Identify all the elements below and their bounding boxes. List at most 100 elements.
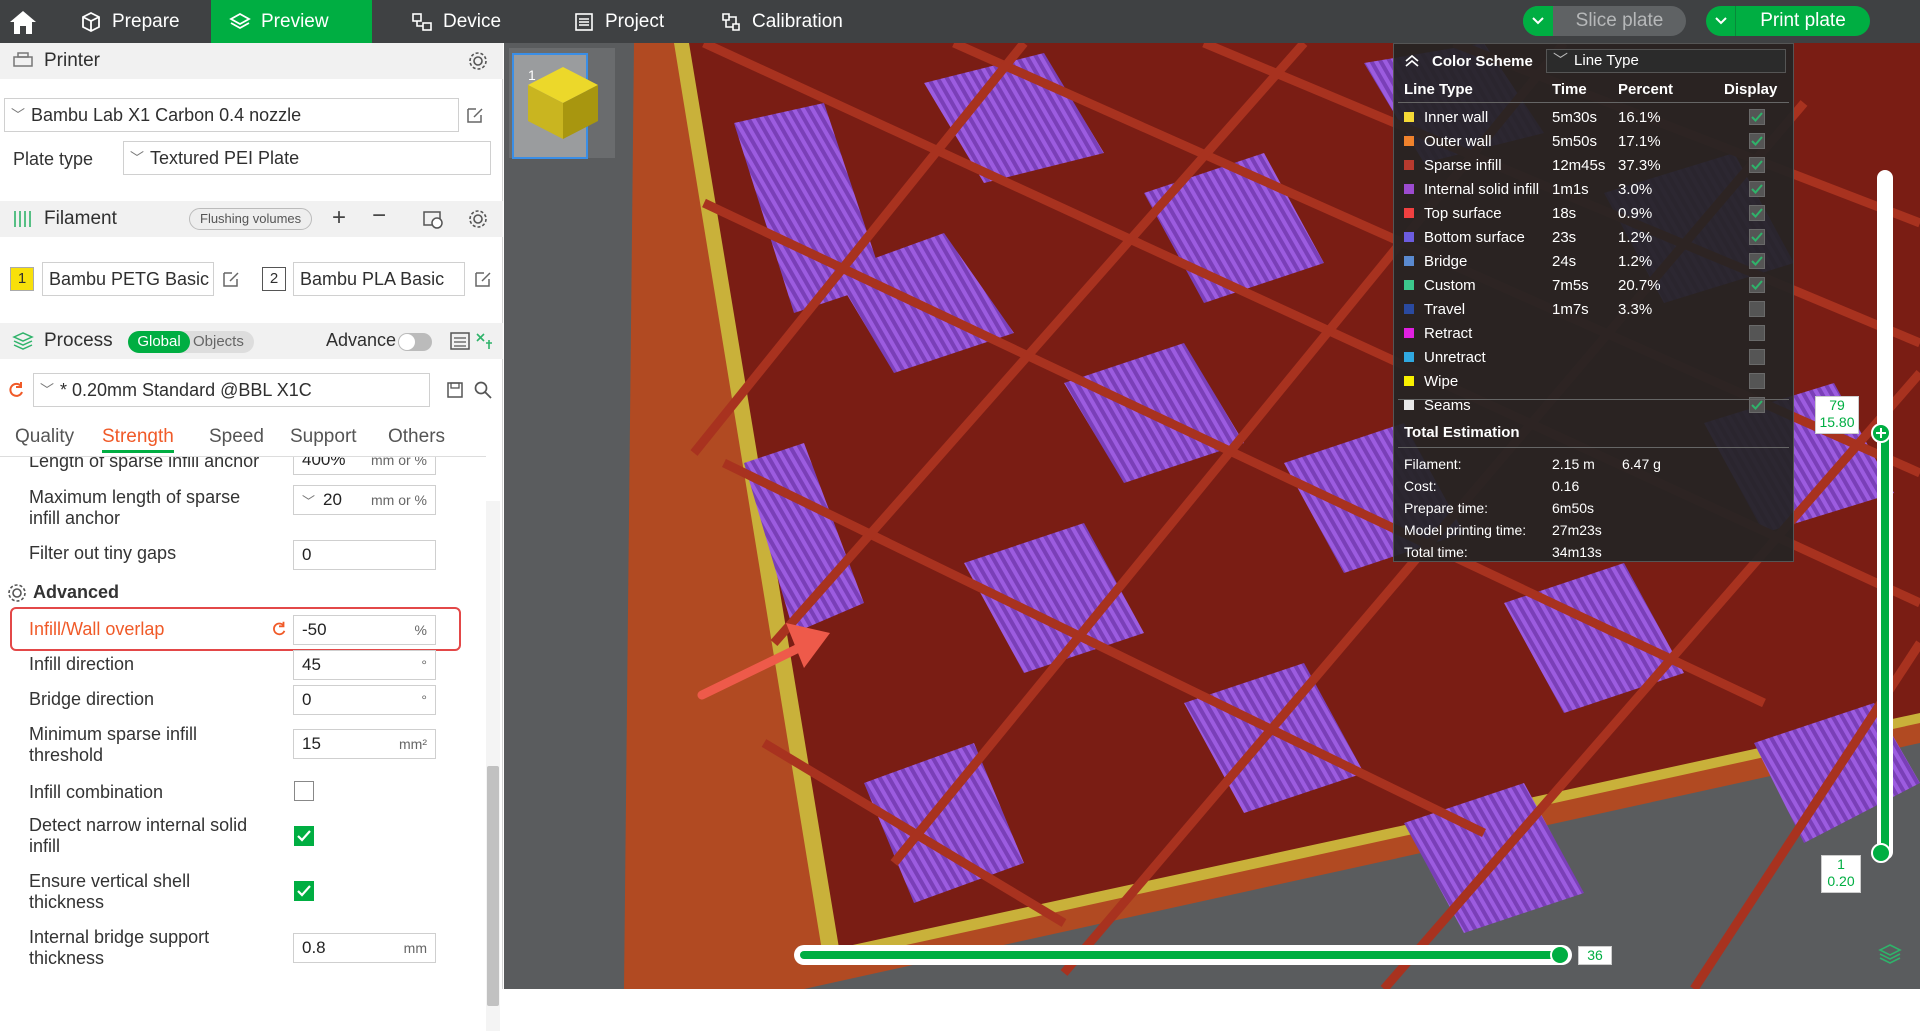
- filament-length: 2.15 m: [1552, 456, 1595, 472]
- infill-combination-checkbox[interactable]: [294, 781, 314, 801]
- model-time-value: 27m23s: [1552, 522, 1602, 538]
- objects-toggle[interactable]: Objects: [193, 331, 244, 353]
- settings-sidebar: Printer ﹀ Bambu Lab X1 Carbon 0.4 nozzle…: [0, 43, 503, 1031]
- filament-2-color-swatch[interactable]: 2: [262, 267, 286, 291]
- add-filament-button[interactable]: +: [332, 204, 346, 232]
- display-checkbox[interactable]: [1749, 133, 1765, 149]
- line-type-time: 18s: [1552, 205, 1577, 222]
- tab-device[interactable]: Device: [393, 0, 519, 43]
- compare-icon[interactable]: [474, 331, 494, 351]
- sparse-anchor-input[interactable]: 400% mm or %: [293, 457, 436, 475]
- collapse-icon[interactable]: [1404, 54, 1420, 68]
- layers-icon[interactable]: [1878, 943, 1902, 965]
- display-checkbox[interactable]: [1749, 109, 1765, 125]
- filament-1-select[interactable]: Bambu PETG Basic: [42, 262, 214, 296]
- display-checkbox[interactable]: [1749, 181, 1765, 197]
- bridge-direction-input[interactable]: 0 °: [293, 685, 436, 715]
- reset-icon[interactable]: [6, 380, 26, 400]
- tab-strength[interactable]: Strength: [102, 426, 174, 453]
- sync-filament-icon[interactable]: [422, 208, 444, 230]
- gear-icon[interactable]: [467, 208, 489, 230]
- display-checkbox[interactable]: [1749, 373, 1765, 389]
- line-type-time: 24s: [1552, 253, 1577, 270]
- bottom-layer-height: 0.20: [1827, 873, 1855, 889]
- bridge-support-input[interactable]: 0.8 mm: [293, 933, 436, 963]
- max-anchor-input[interactable]: ﹀ 20 mm or %: [293, 485, 436, 515]
- search-icon[interactable]: [473, 380, 493, 400]
- reset-icon[interactable]: [270, 620, 288, 638]
- tab-quality[interactable]: Quality: [15, 426, 74, 448]
- save-icon[interactable]: [445, 380, 465, 400]
- remove-filament-button[interactable]: −: [372, 202, 386, 230]
- plate-thumbnail[interactable]: 1: [512, 53, 598, 159]
- tab-project[interactable]: Project: [555, 0, 682, 43]
- edit-icon[interactable]: [221, 269, 241, 289]
- display-checkbox[interactable]: [1749, 229, 1765, 245]
- filament-weight: 6.47 g: [1622, 456, 1661, 472]
- infill-direction-input[interactable]: 45 °: [293, 650, 436, 680]
- degree-unit: °: [421, 657, 427, 673]
- line-type-color-swatch: [1404, 352, 1414, 362]
- flushing-volumes-button[interactable]: Flushing volumes: [189, 208, 313, 230]
- tab-prepare[interactable]: Prepare: [62, 0, 198, 43]
- list-view-icon[interactable]: [449, 331, 471, 351]
- project-icon: [575, 12, 593, 31]
- layer-top-handle[interactable]: [1871, 423, 1891, 443]
- display-checkbox[interactable]: [1749, 349, 1765, 365]
- sparse-anchor-label: Length of sparse infill anchor: [29, 457, 260, 471]
- header-line-type: Line Type: [1404, 81, 1473, 98]
- color-scheme-select[interactable]: ﹀ Line Type: [1546, 49, 1786, 73]
- chevron-down-icon[interactable]: [1523, 6, 1553, 36]
- legend-row: Seams: [1394, 394, 1793, 416]
- layer-bottom-handle[interactable]: [1871, 843, 1891, 863]
- display-checkbox[interactable]: [1749, 157, 1765, 173]
- settings-scrollbar[interactable]: [486, 501, 500, 1031]
- min-sparse-threshold-input[interactable]: 15 mm²: [293, 729, 436, 759]
- min-sparse-threshold-label: Minimum sparse infill: [29, 724, 198, 744]
- slice-plate-button[interactable]: Slice plate: [1523, 6, 1686, 36]
- infill-wall-overlap-input[interactable]: -50%: [293, 615, 436, 645]
- scrollbar-thumb[interactable]: [487, 766, 499, 1006]
- tab-preview[interactable]: Preview: [211, 0, 372, 43]
- display-checkbox[interactable]: [1749, 301, 1765, 317]
- display-checkbox[interactable]: [1749, 205, 1765, 221]
- filament-1-color-swatch[interactable]: 1: [10, 267, 34, 291]
- plate-type-select[interactable]: ﹀ Textured PEI Plate: [123, 141, 491, 175]
- display-checkbox[interactable]: [1749, 253, 1765, 269]
- tab-support[interactable]: Support: [290, 426, 357, 448]
- divider: [1398, 399, 1789, 400]
- advance-toggle[interactable]: [398, 333, 432, 351]
- gear-icon[interactable]: [467, 50, 489, 72]
- legend-header: Line Type Time Percent Display: [1394, 78, 1793, 102]
- home-icon[interactable]: [8, 8, 38, 36]
- layer-bottom-label: 1 0.20: [1821, 855, 1861, 893]
- process-preset-select[interactable]: ﹀ * 0.20mm Standard @BBL X1C: [33, 373, 430, 407]
- tiny-gaps-input[interactable]: 0: [293, 540, 436, 570]
- detect-narrow-infill-checkbox[interactable]: [294, 826, 314, 846]
- edit-icon[interactable]: [473, 269, 493, 289]
- tab-calibration[interactable]: Calibration: [702, 0, 861, 43]
- move-slider-handle[interactable]: [1550, 945, 1570, 965]
- global-toggle[interactable]: Global: [128, 331, 190, 353]
- vertical-shell-checkbox[interactable]: [294, 881, 314, 901]
- filament-2-select[interactable]: Bambu PLA Basic: [293, 262, 465, 296]
- tab-speed[interactable]: Speed: [209, 426, 264, 448]
- line-type-color-swatch: [1404, 112, 1414, 122]
- line-type-percent: 37.3%: [1618, 157, 1661, 174]
- edit-icon[interactable]: [465, 105, 485, 125]
- display-checkbox[interactable]: [1749, 325, 1765, 341]
- global-objects-toggle[interactable]: Global Objects: [128, 331, 254, 353]
- print-plate-button[interactable]: Print plate: [1706, 6, 1870, 36]
- bridge-support-value: 0.8: [302, 938, 326, 957]
- tab-others[interactable]: Others: [388, 426, 445, 448]
- process-icon: [12, 332, 34, 350]
- detect-narrow-infill-label-line2: infill: [29, 836, 61, 856]
- chevron-down-icon[interactable]: [1706, 6, 1736, 36]
- display-checkbox[interactable]: [1749, 277, 1765, 293]
- legend-row: Custom 7m5s 20.7%: [1394, 274, 1793, 296]
- printer-select[interactable]: ﹀ Bambu Lab X1 Carbon 0.4 nozzle: [4, 98, 459, 132]
- line-type-time: 5m30s: [1552, 109, 1598, 126]
- cost-label: Cost:: [1404, 478, 1437, 494]
- min-sparse-threshold-value: 15: [302, 734, 321, 753]
- chevron-down-icon: ﹀: [130, 150, 144, 166]
